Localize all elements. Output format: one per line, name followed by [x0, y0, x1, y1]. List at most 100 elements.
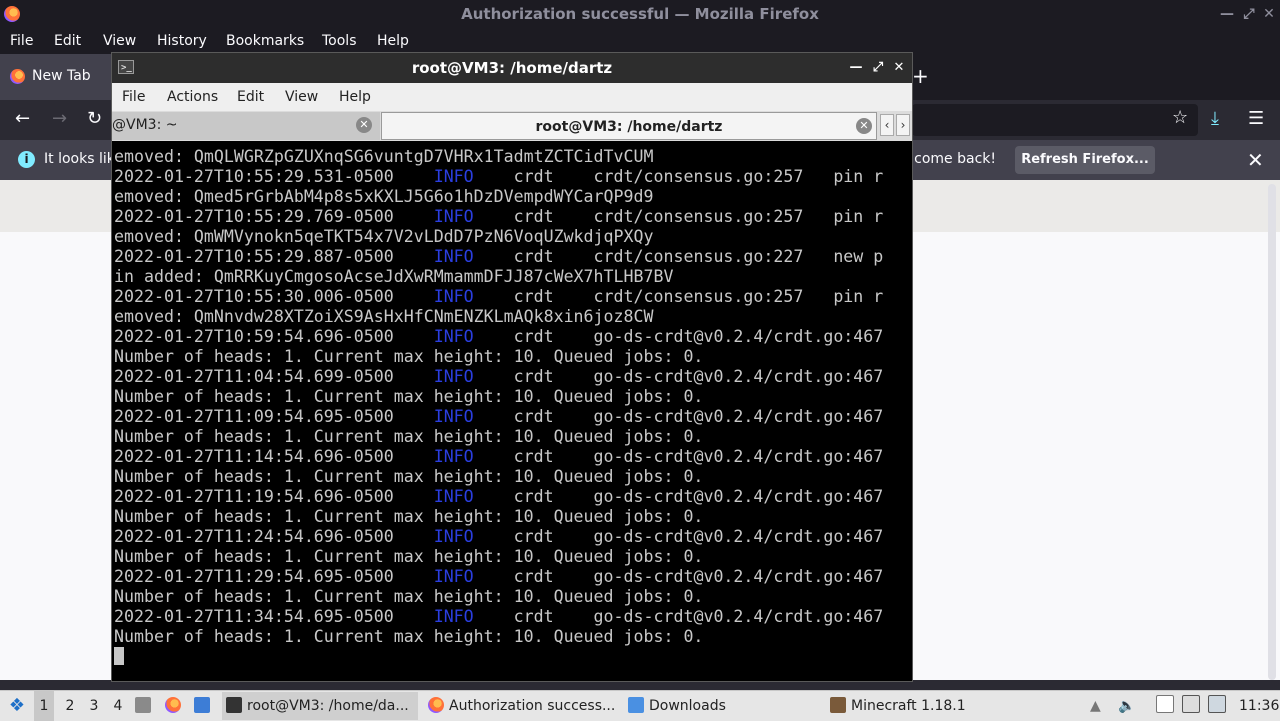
terminal-line: 2022-01-27T10:55:29.887-0500 INFO crdt c…: [114, 247, 910, 267]
minecraft-icon: [830, 697, 846, 713]
log-level-info: INFO: [433, 447, 474, 466]
terminal-line: Number of heads: 1. Current max height: …: [114, 387, 910, 407]
new-tab-plus-icon[interactable]: +: [912, 64, 929, 88]
scrollbar[interactable]: [1268, 184, 1276, 680]
terminal-line-text: emoved: Qmed5rGrbAbM4p8s5xKXLJ5G6o1hDzDV…: [114, 187, 654, 206]
terminal-maximize-icon[interactable]: ⤢: [868, 53, 888, 83]
tab-new-tab[interactable]: New Tab: [0, 54, 112, 100]
terminal-line-text: Number of heads: 1. Current max height: …: [114, 587, 704, 606]
refresh-firefox-button[interactable]: Refresh Firefox...: [1015, 146, 1155, 174]
terminal-tab-label: @VM3: ~: [112, 117, 178, 133]
task-label: Authorization success...: [449, 698, 616, 714]
show-desktop-icon[interactable]: [194, 691, 215, 721]
terminal-tabbar: @VM3: ~ ✕ root@VM3: /home/dartz ✕ ‹ ›: [112, 111, 912, 141]
task-minecraft[interactable]: Minecraft 1.18.1: [826, 692, 1022, 720]
task-terminal[interactable]: root@VM3: /home/da...: [222, 692, 418, 720]
menu-view[interactable]: View: [103, 33, 136, 49]
terminal-menu-actions[interactable]: Actions: [167, 89, 218, 105]
terminal-line-text: 2022-01-27T10:55:29.887-0500: [114, 247, 434, 266]
file-manager-launcher-icon[interactable]: [135, 691, 156, 721]
menu-history[interactable]: History: [157, 33, 207, 49]
url-bar[interactable]: ☆: [912, 104, 1198, 136]
log-level-info: INFO: [433, 567, 474, 586]
task-label: Downloads: [649, 698, 726, 714]
reload-icon[interactable]: ↻: [87, 108, 102, 129]
task-downloads[interactable]: Downloads: [624, 692, 820, 720]
terminal-line: 2022-01-27T11:09:54.695-0500 INFO crdt g…: [114, 407, 910, 427]
tray-up-arrow-icon[interactable]: ▲: [1090, 691, 1101, 721]
terminal-line: 2022-01-27T11:04:54.699-0500 INFO crdt g…: [114, 367, 910, 387]
terminal-line-text: 2022-01-27T11:09:54.695-0500: [114, 407, 434, 426]
terminal-titlebar: >_ root@VM3: /home/dartz — ⤢ ✕: [112, 53, 912, 83]
taskbar: ❖ 1 2 3 4 root@VM3: /home/da... Authoriz…: [0, 690, 1280, 721]
clipboard-icon[interactable]: [1156, 691, 1179, 721]
terminal-title: root@VM3: /home/dartz: [411, 59, 613, 77]
terminal-line: Number of heads: 1. Current max height: …: [114, 467, 910, 487]
terminal-menu-edit[interactable]: Edit: [237, 89, 264, 105]
folder-icon: [628, 697, 644, 713]
terminal-menu-help[interactable]: Help: [339, 89, 371, 105]
terminal-tab-home[interactable]: @VM3: ~ ✕: [112, 112, 380, 140]
close-icon[interactable]: ✕: [1256, 0, 1280, 29]
hamburger-menu-icon[interactable]: ☰: [1248, 108, 1264, 129]
firefox-menubar: File Edit View History Bookmarks Tools H…: [0, 29, 1280, 54]
volume-icon[interactable]: 🔈: [1118, 691, 1135, 721]
network-icon[interactable]: [1182, 691, 1205, 721]
terminal-line-text: emoved: QmQLWGRZpGZUXnqSG6vuntgD7VHRx1Ta…: [114, 147, 654, 166]
menu-tools[interactable]: Tools: [322, 33, 357, 49]
terminal-menu-view[interactable]: View: [285, 89, 318, 105]
firefox-launcher-icon[interactable]: [165, 691, 186, 721]
menu-file[interactable]: File: [10, 33, 33, 49]
notification-text-right: lcome back!: [912, 151, 996, 167]
workspace-2[interactable]: 2: [60, 691, 80, 721]
terminal-line-text: crdt go-ds-crdt@v0.2.4/crdt.go:467: [473, 327, 884, 346]
terminal-line-text: 2022-01-27T11:34:54.695-0500: [114, 607, 434, 626]
notification-close-icon[interactable]: ✕: [1247, 148, 1264, 172]
terminal-minimize-icon[interactable]: —: [846, 53, 866, 83]
terminal-output[interactable]: emoved: QmQLWGRZpGZUXnqSG6vuntgD7VHRx1Ta…: [114, 147, 910, 677]
workspace-1[interactable]: 1: [34, 691, 54, 721]
terminal-line-text: emoved: QmNnvdw28XTZoiXS9AsHxHfCNmENZKLm…: [114, 307, 654, 326]
terminal-line-text: Number of heads: 1. Current max height: …: [114, 507, 704, 526]
terminal-line-text: Number of heads: 1. Current max height: …: [114, 467, 704, 486]
tab-close-icon[interactable]: ✕: [356, 117, 372, 133]
start-menu-icon[interactable]: ❖: [6, 691, 28, 721]
download-icon[interactable]: ⤓: [1211, 108, 1219, 129]
terminal-close-icon[interactable]: ✕: [889, 53, 909, 83]
menu-help[interactable]: Help: [377, 33, 409, 49]
terminal-line-text: crdt go-ds-crdt@v0.2.4/crdt.go:467: [473, 447, 884, 466]
workspace-4[interactable]: 4: [108, 691, 128, 721]
terminal-line-text: crdt crdt/consensus.go:257 pin r: [473, 167, 884, 186]
terminal-line: 2022-01-27T11:24:54.696-0500 INFO crdt g…: [114, 527, 910, 547]
terminal-line-text: Number of heads: 1. Current max height: …: [114, 627, 704, 646]
menu-bookmarks[interactable]: Bookmarks: [226, 33, 304, 49]
terminal-line-text: crdt crdt/consensus.go:227 new p: [473, 247, 884, 266]
terminal-window: >_ root@VM3: /home/dartz — ⤢ ✕ File Acti…: [111, 52, 913, 682]
firefox-task-icon: [428, 697, 444, 713]
terminal-line: emoved: QmNnvdw28XTZoiXS9AsHxHfCNmENZKLm…: [114, 307, 910, 327]
tab-scroll-left-icon[interactable]: ‹: [880, 114, 894, 136]
log-level-info: INFO: [433, 327, 474, 346]
tab-scroll-right-icon[interactable]: ›: [896, 114, 910, 136]
terminal-tab-dartz[interactable]: root@VM3: /home/dartz ✕: [381, 112, 877, 140]
menu-edit[interactable]: Edit: [54, 33, 81, 49]
bookmark-star-icon[interactable]: ☆: [1172, 107, 1188, 128]
log-level-info: INFO: [433, 167, 474, 186]
log-level-info: INFO: [433, 207, 474, 226]
terminal-task-icon: [226, 697, 242, 713]
workspace-3[interactable]: 3: [84, 691, 104, 721]
terminal-line-text: crdt go-ds-crdt@v0.2.4/crdt.go:467: [473, 407, 884, 426]
terminal-line: emoved: QmQLWGRZpGZUXnqSG6vuntgD7VHRx1Ta…: [114, 147, 910, 167]
terminal-cursor: [114, 647, 124, 665]
keyboard-icon[interactable]: [1208, 691, 1231, 721]
terminal-line-text: 2022-01-27T11:19:54.696-0500: [114, 487, 434, 506]
terminal-line-text: emoved: QmWMVynokn5qeTKT54x7V2vLDdD7PzN6…: [114, 227, 654, 246]
terminal-line: emoved: QmWMVynokn5qeTKT54x7V2vLDdD7PzN6…: [114, 227, 910, 247]
back-arrow-icon[interactable]: ←: [15, 108, 30, 129]
tab-close-icon[interactable]: ✕: [856, 118, 872, 134]
task-firefox[interactable]: Authorization success...: [424, 692, 620, 720]
terminal-app-icon: >_: [118, 60, 134, 74]
forward-arrow-icon[interactable]: →: [52, 108, 67, 129]
terminal-line: 2022-01-27T11:14:54.696-0500 INFO crdt g…: [114, 447, 910, 467]
terminal-menu-file[interactable]: File: [122, 89, 145, 105]
